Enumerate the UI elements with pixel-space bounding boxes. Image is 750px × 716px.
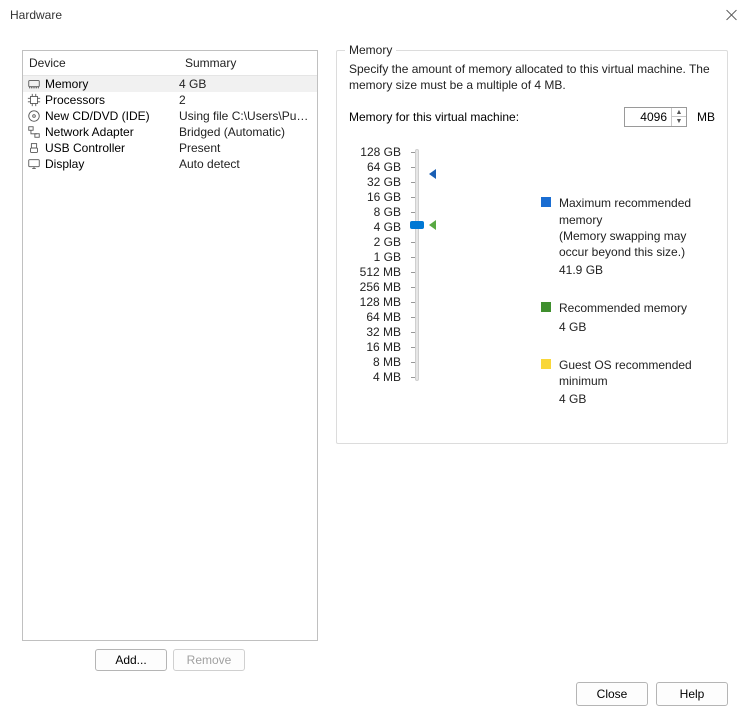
tick-label: 8 GB: [349, 205, 407, 220]
device-label: Processors: [45, 93, 105, 107]
memory-input[interactable]: [625, 108, 671, 126]
tick-label: 4 GB: [349, 220, 407, 235]
group-legend: Memory: [345, 43, 396, 57]
tick-mark: [411, 167, 415, 168]
tick-mark: [411, 257, 415, 258]
tick-mark: [411, 362, 415, 363]
spin-up-icon[interactable]: ▲: [672, 108, 686, 117]
tick-mark: [411, 242, 415, 243]
usb-icon: [27, 141, 41, 155]
processor-icon: [27, 93, 41, 107]
square-icon: [541, 197, 551, 207]
device-table: Device Summary Memory4 GBProcessors2New …: [22, 50, 318, 641]
tick-label: 2 GB: [349, 235, 407, 250]
tick-mark: [411, 152, 415, 153]
summary-label: 2: [179, 93, 313, 107]
table-row[interactable]: Network Adapter Bridged (Automatic): [23, 124, 317, 140]
memory-icon: [27, 77, 41, 91]
tick-mark: [411, 212, 415, 213]
tick-label: 16 GB: [349, 190, 407, 205]
tick-mark: [411, 377, 415, 378]
memory-spinner[interactable]: ▲ ▼: [624, 107, 687, 127]
tick-label: 64 GB: [349, 160, 407, 175]
tick-mark: [411, 182, 415, 183]
window-title: Hardware: [10, 8, 724, 22]
summary-label: 4 GB: [179, 77, 313, 91]
table-row[interactable]: New CD/DVD (IDE) Using file C:\Users\Publ…: [23, 108, 317, 124]
tick-mark: [411, 302, 415, 303]
memory-group: Memory Specify the amount of memory allo…: [336, 50, 728, 444]
display-icon: [27, 157, 41, 171]
spin-down-icon[interactable]: ▼: [672, 117, 686, 126]
tick-mark: [411, 197, 415, 198]
tick-label: 1 GB: [349, 250, 407, 265]
tick-label: 128 MB: [349, 295, 407, 310]
col-summary[interactable]: Summary: [179, 51, 317, 75]
tick-label: 64 MB: [349, 310, 407, 325]
tick-label: 8 MB: [349, 355, 407, 370]
slider-thumb[interactable]: [410, 221, 424, 229]
tick-mark: [411, 287, 415, 288]
memory-field-label: Memory for this virtual machine:: [349, 110, 519, 124]
tick-label: 128 GB: [349, 145, 407, 160]
device-label: USB Controller: [45, 141, 125, 155]
help-button[interactable]: Help: [656, 682, 728, 706]
square-icon: [541, 359, 551, 369]
tick-mark: [411, 272, 415, 273]
device-label: Display: [45, 157, 84, 171]
cd-icon: [27, 109, 41, 123]
tick-label: 512 MB: [349, 265, 407, 280]
tick-label: 16 MB: [349, 340, 407, 355]
square-icon: [541, 302, 551, 312]
close-icon[interactable]: [724, 7, 740, 23]
tick-mark: [411, 347, 415, 348]
network-icon: [27, 125, 41, 139]
tick-label: 256 MB: [349, 280, 407, 295]
legend-rec: Recommended memory 4 GB: [541, 300, 715, 334]
device-label: New CD/DVD (IDE): [45, 109, 150, 123]
summary-label: Present: [179, 141, 313, 155]
tick-mark: [411, 332, 415, 333]
device-label: Memory: [45, 77, 88, 91]
table-row[interactable]: Display Auto detect: [23, 156, 317, 172]
legend-max: Maximum recommended memory (Memory swapp…: [541, 195, 715, 278]
legend-min: Guest OS recommended minimum 4 GB: [541, 357, 715, 408]
table-header: Device Summary: [23, 51, 317, 76]
table-row[interactable]: USB Controller Present: [23, 140, 317, 156]
table-row[interactable]: Processors 2: [23, 92, 317, 108]
summary-label: Using file C:\Users\Public\VM...: [179, 109, 313, 123]
tick-label: 32 MB: [349, 325, 407, 340]
table-row[interactable]: Memory 4 GB: [23, 76, 317, 92]
remove-button[interactable]: Remove: [173, 649, 245, 671]
tick-mark: [411, 317, 415, 318]
add-button[interactable]: Add...: [95, 649, 167, 671]
max-marker-icon: [429, 169, 436, 179]
memory-description: Specify the amount of memory allocated t…: [349, 61, 715, 93]
close-button[interactable]: Close: [576, 682, 648, 706]
device-label: Network Adapter: [45, 125, 134, 139]
tick-label: 32 GB: [349, 175, 407, 190]
col-device[interactable]: Device: [23, 51, 179, 75]
memory-unit: MB: [697, 110, 715, 124]
summary-label: Bridged (Automatic): [179, 125, 313, 139]
rec-marker-icon: [429, 220, 436, 230]
tick-label: 4 MB: [349, 370, 407, 385]
titlebar: Hardware: [0, 0, 750, 30]
memory-slider[interactable]: [407, 145, 441, 385]
summary-label: Auto detect: [179, 157, 313, 171]
